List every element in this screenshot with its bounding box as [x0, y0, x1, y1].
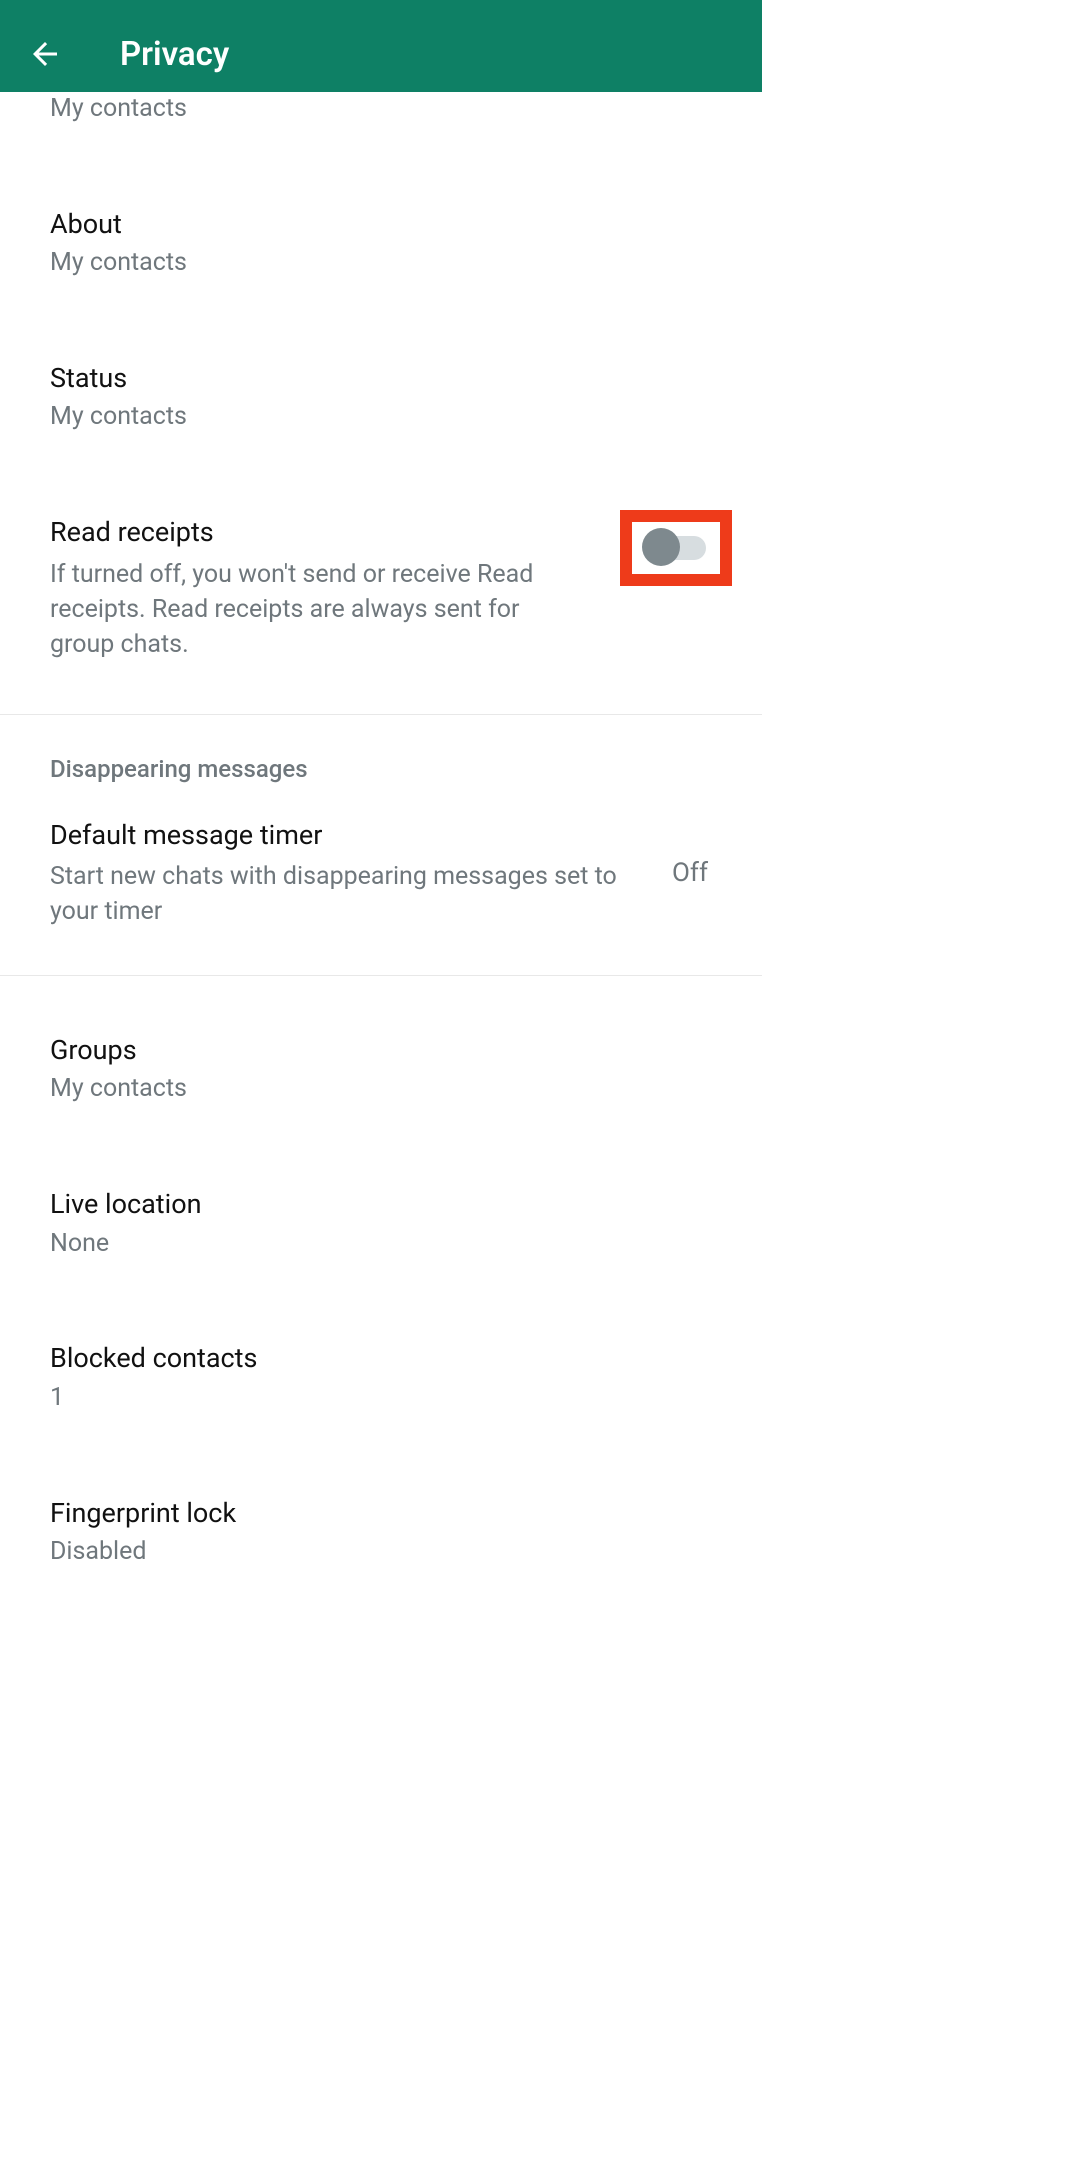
back-arrow-icon[interactable] [20, 29, 70, 79]
toggle-knob [642, 528, 680, 566]
setting-subtitle: My contacts [50, 246, 712, 280]
setting-subtitle: My contacts [50, 92, 712, 126]
setting-item-default-timer[interactable]: Default message timer Start new chats wi… [0, 793, 762, 953]
setting-title: Fingerprint lock [50, 1495, 712, 1531]
setting-title: Live location [50, 1186, 712, 1222]
setting-title: Groups [50, 1032, 712, 1068]
setting-item-fingerprint-lock[interactable]: Fingerprint lock Disabled [0, 1471, 762, 1593]
page-title: Privacy [120, 35, 229, 74]
setting-item-partial-top[interactable]: My contacts [0, 92, 762, 150]
setting-item-read-receipts[interactable]: Read receipts If turned off, you won't s… [0, 490, 762, 685]
setting-subtitle: My contacts [50, 400, 712, 434]
setting-item-about[interactable]: About My contacts [0, 182, 762, 304]
setting-subtitle: My contacts [50, 1072, 712, 1106]
setting-title: Default message timer [50, 817, 642, 853]
setting-title: Read receipts [50, 514, 590, 550]
setting-description: Start new chats with disappearing messag… [50, 859, 642, 929]
setting-item-groups[interactable]: Groups My contacts [0, 1008, 762, 1130]
setting-subtitle: None [50, 1227, 712, 1261]
setting-title: Blocked contacts [50, 1340, 712, 1376]
settings-content: My contacts About My contacts Status My … [0, 92, 762, 1593]
setting-title: About [50, 206, 712, 242]
setting-item-status[interactable]: Status My contacts [0, 336, 762, 458]
setting-value: Off [672, 858, 712, 888]
setting-item-live-location[interactable]: Live location None [0, 1162, 762, 1284]
setting-item-blocked-contacts[interactable]: Blocked contacts 1 [0, 1316, 762, 1438]
setting-subtitle: Disabled [50, 1535, 712, 1569]
highlight-box [620, 510, 732, 586]
setting-subtitle: 1 [50, 1381, 712, 1415]
section-header-disappearing: Disappearing messages [0, 715, 762, 793]
setting-title: Status [50, 360, 712, 396]
setting-description: If turned off, you won't send or receive… [50, 557, 590, 662]
read-receipts-toggle[interactable] [646, 536, 706, 560]
